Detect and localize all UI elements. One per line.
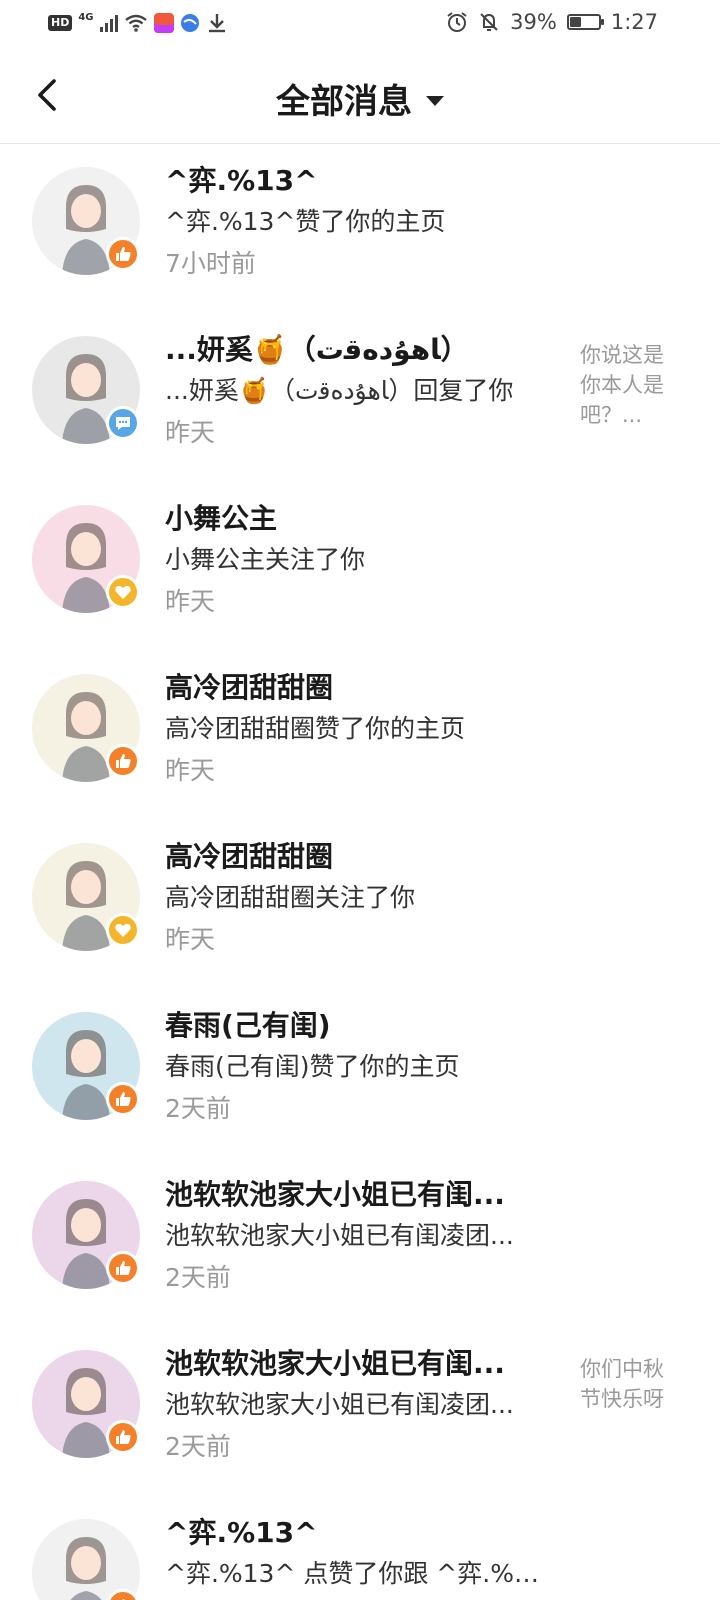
message-description: 小舞公主关注了你 [165,545,366,574]
page-title: 全部消息 [276,82,412,122]
message-filter-dropdown[interactable]: 全部消息 [0,74,720,123]
message-sender-name: 高冷团甜甜圈 [165,840,334,873]
message-time: 昨天 [165,418,216,447]
message-item[interactable]: 春雨(己有闺) 春雨(己有闺)赞了你的主页 2天前 [0,990,720,1159]
download-icon [208,14,225,33]
battery-percent: 39% [510,10,557,34]
message-time: 昨天 [165,756,216,785]
thumbs-up-icon [116,1092,131,1106]
message-sender-name: 池软软池家大小姐已有闺... [165,1347,505,1380]
message-description: 池软软池家大小姐已有闺凌团... [165,1390,514,1419]
message-sender-name: 池软软池家大小姐已有闺... [165,1178,505,1211]
network-type: 4G [78,11,94,23]
message-time: 7小时前 [165,249,256,278]
avatar[interactable] [32,1519,140,1600]
like-badge [106,744,140,778]
message-description: 高冷团甜甜圈赞了你的主页 [165,714,466,743]
comment-badge [106,406,140,440]
app-notification-icon [153,13,174,33]
message-sender-name: ^弈.%13^ [165,1516,318,1549]
message-sender-name: 高冷团甜甜圈 [165,671,334,704]
message-list: ^弈.%13^ ^弈.%13^赞了你的主页 7小时前 ...妍奚🍯（ﺎﻫﯘﺩﻩﻗ… [0,145,720,1600]
battery-icon [566,14,604,30]
caret-down-icon [426,95,444,106]
follow-badge [106,913,140,947]
clock: 1:27 [610,10,658,34]
message-sender-name: ...妍奚🍯（ﺎﻫﯘﺩﻩﻗﺕ） [165,333,469,366]
message-sender-name: 春雨(己有闺) [165,1009,331,1042]
like-badge [106,1082,140,1116]
message-sender-name: 小舞公主 [165,502,278,535]
message-time: 昨天 [165,587,216,616]
like-badge [106,237,140,271]
status-bar: HD 4G 39% 1:27 [0,0,720,48]
message-sender-name: ^弈.%13^ [165,164,318,197]
status-right: 39% 1:27 [446,10,658,34]
wifi-icon [124,14,147,32]
status-left: HD 4G [48,12,228,34]
thumbs-up-icon [116,1430,131,1444]
message-item[interactable]: 高冷团甜甜圈 高冷团甜甜圈赞了你的主页 昨天 [0,652,720,821]
message-description: ...妍奚🍯（ﺎﻫﯘﺩﻩﻗﺕ）回复了你 [165,376,514,405]
comment-icon [116,417,130,430]
alarm-icon [447,12,467,32]
signal-icon [99,14,118,32]
thumbs-up-icon [116,1261,131,1275]
like-badge [106,1251,140,1285]
message-description: ^弈.%13^赞了你的主页 [165,207,446,236]
message-time: 2天前 [165,1094,231,1123]
avatar-image [32,1519,140,1600]
message-item[interactable]: ...妍奚🍯（ﺎﻫﯘﺩﻩﻗﺕ） ...妍奚🍯（ﺎﻫﯘﺩﻩﻗﺕ）回复了你 昨天 你… [0,314,720,483]
message-time: 2天前 [165,1432,231,1461]
message-item[interactable]: 池软软池家大小姐已有闺... 池软软池家大小姐已有闺凌团... 2天前 [0,1159,720,1328]
message-snippet: 你说这是你本人是吧？... [580,343,664,427]
follow-badge [106,575,140,609]
message-description: 池软软池家大小姐已有闺凌团... [165,1221,514,1250]
thumbs-up-icon [116,754,131,768]
heart-icon [115,585,131,599]
mute-icon [480,13,498,31]
message-description: 高冷团甜甜圈关注了你 [165,883,416,912]
message-time: 2天前 [165,1263,231,1292]
message-item[interactable]: 高冷团甜甜圈 高冷团甜甜圈关注了你 昨天 [0,821,720,990]
battery-level [569,17,581,27]
heart-icon [115,923,131,937]
hd-icon: HD [48,15,73,31]
message-snippet: 你们中秋节快乐呀 [580,1357,664,1411]
message-item[interactable]: ^弈.%13^ ^弈.%13^ 点赞了你跟 ^弈.%13... [0,1497,720,1600]
message-time: 昨天 [165,925,216,954]
thumbs-up-icon [116,247,131,261]
message-item[interactable]: ^弈.%13^ ^弈.%13^赞了你的主页 7小时前 [0,145,720,314]
message-item[interactable]: 池软软池家大小姐已有闺... 池软软池家大小姐已有闺凌团... 2天前 你们中秋… [0,1328,720,1497]
browser-icon [180,14,199,32]
app-header: 全部消息 [0,48,720,144]
message-item[interactable]: 小舞公主 小舞公主关注了你 昨天 [0,483,720,652]
like-badge [106,1420,140,1454]
message-description: ^弈.%13^ 点赞了你跟 ^弈.%13... [165,1559,545,1588]
message-description: 春雨(己有闺)赞了你的主页 [165,1052,460,1081]
